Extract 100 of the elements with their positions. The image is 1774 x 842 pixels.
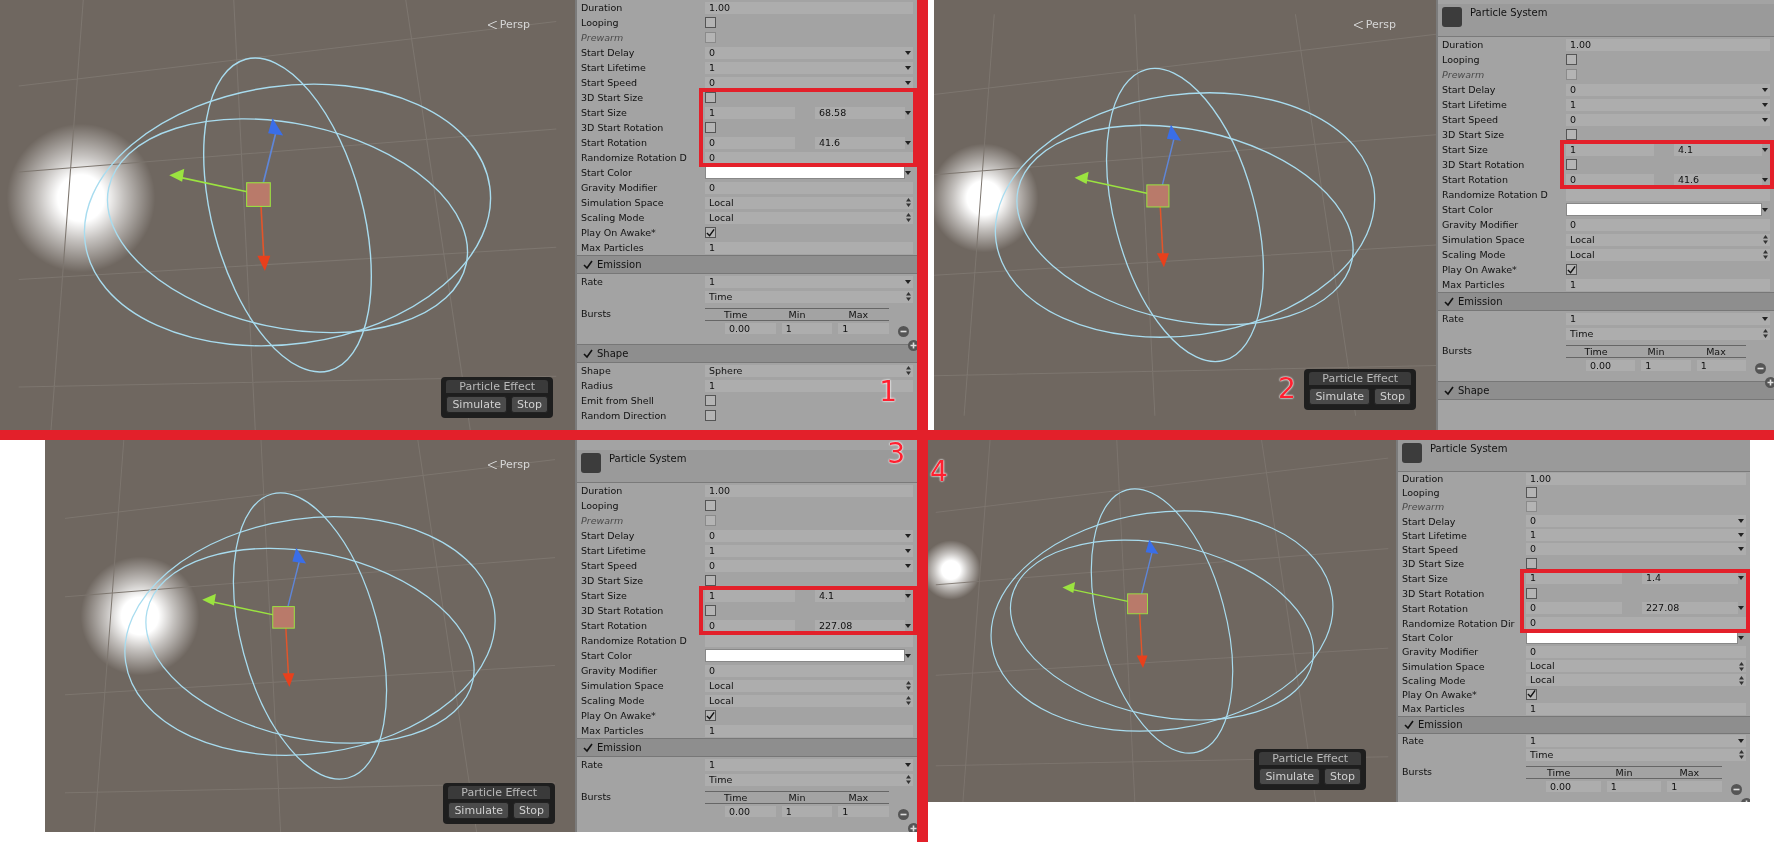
stepper-arrows-icon[interactable] <box>1763 235 1768 244</box>
value-field[interactable]: 0 <box>705 529 913 542</box>
dropdown-arrow-icon[interactable] <box>905 653 911 658</box>
stepper-arrows-icon[interactable] <box>906 775 911 784</box>
dropdown-arrow-icon[interactable] <box>905 279 911 284</box>
value-field[interactable]: 0 <box>705 559 913 572</box>
dropdown-arrow-icon[interactable] <box>905 80 911 85</box>
stepper-arrows-icon[interactable] <box>1739 661 1744 671</box>
dropdown-arrow-icon[interactable] <box>905 110 911 115</box>
burst-value-field[interactable]: 1 <box>781 806 833 817</box>
max-value-field[interactable]: 68.58 <box>815 106 905 119</box>
burst-value-field[interactable]: 1 <box>838 323 889 334</box>
checkbox[interactable] <box>1566 264 1577 275</box>
burst-value-field[interactable]: 0.00 <box>1586 360 1636 371</box>
value-field[interactable]: 1 <box>1526 702 1746 715</box>
dropdown[interactable]: Time <box>705 290 913 303</box>
value-field[interactable]: 1 <box>705 544 913 557</box>
view-axes-icon[interactable] <box>1352 20 1363 29</box>
dropdown-arrow-icon[interactable] <box>905 563 911 568</box>
value-field[interactable]: 0 <box>1526 543 1746 556</box>
checkbox[interactable] <box>1526 587 1537 599</box>
checkbox[interactable] <box>705 92 716 103</box>
value-field[interactable]: 1.00 <box>1566 38 1770 51</box>
module-header[interactable]: Emission <box>1398 715 1750 734</box>
checkbox[interactable] <box>1566 159 1577 170</box>
module-header[interactable]: Emission <box>1438 292 1774 311</box>
stepper-arrows-icon[interactable] <box>906 198 911 207</box>
value-field[interactable]: 1 <box>705 275 913 288</box>
dropdown-arrow-icon[interactable] <box>1762 147 1768 152</box>
burst-value-field[interactable]: 0.00 <box>1546 780 1601 792</box>
value-field[interactable]: 0 <box>1526 617 1746 630</box>
color-swatch[interactable] <box>705 649 905 662</box>
value-field[interactable]: 0 <box>705 181 913 194</box>
dropdown-arrow-icon[interactable] <box>1762 102 1768 107</box>
effect-button[interactable]: Simulate <box>1259 768 1320 785</box>
stepper-arrows-icon[interactable] <box>906 681 911 690</box>
value-field[interactable]: 0 <box>705 76 913 89</box>
dropdown-arrow-icon[interactable] <box>1738 635 1744 640</box>
stepper-arrows-icon[interactable] <box>906 366 911 375</box>
dropdown-arrow-icon[interactable] <box>905 623 911 628</box>
checkbox[interactable] <box>1526 558 1537 570</box>
max-value-field[interactable]: 227.08 <box>1642 602 1738 615</box>
stepper-arrows-icon[interactable] <box>906 292 911 301</box>
checkbox[interactable] <box>705 605 716 616</box>
dropdown[interactable]: Local <box>705 694 913 707</box>
burst-value-field[interactable]: 1 <box>1641 360 1691 371</box>
value-field[interactable]: 1 <box>705 724 913 737</box>
scene-viewport[interactable]: Persp Particle Effect Simulate Stop <box>0 0 575 430</box>
value-field[interactable]: 1.00 <box>1526 472 1746 485</box>
dropdown[interactable]: Local <box>1566 248 1770 261</box>
stepper-arrows-icon[interactable] <box>1739 750 1744 760</box>
dropdown-arrow-icon[interactable] <box>1762 87 1768 92</box>
value-field[interactable]: 1 <box>1526 734 1746 747</box>
dropdown-arrow-icon[interactable] <box>905 140 911 145</box>
checkbox[interactable] <box>1526 487 1537 499</box>
dropdown-arrow-icon[interactable] <box>1762 117 1768 122</box>
remove-icon[interactable] <box>898 326 909 337</box>
effect-button[interactable]: Simulate <box>448 802 509 819</box>
checkbox[interactable] <box>1526 688 1537 700</box>
value-field[interactable]: 0 <box>1566 113 1770 126</box>
checkbox[interactable] <box>705 17 716 28</box>
remove-icon[interactable] <box>898 809 909 820</box>
effect-button[interactable]: Stop <box>511 396 548 413</box>
dropdown[interactable]: Local <box>705 211 913 224</box>
value-field[interactable]: 0 <box>1566 218 1770 231</box>
stepper-arrows-icon[interactable] <box>1763 329 1768 338</box>
checkbox[interactable] <box>705 575 716 586</box>
value-field[interactable]: 0 <box>705 151 913 164</box>
burst-value-field[interactable]: 1 <box>838 806 889 817</box>
checkbox[interactable] <box>1566 129 1577 140</box>
dropdown-arrow-icon[interactable] <box>1762 207 1768 212</box>
checkbox[interactable] <box>705 710 716 721</box>
dropdown-arrow-icon[interactable] <box>1738 606 1744 611</box>
min-value-field[interactable]: 1 <box>705 106 795 119</box>
view-axes-icon[interactable] <box>486 20 497 29</box>
value-field[interactable]: 1 <box>705 758 913 771</box>
dropdown-arrow-icon[interactable] <box>905 548 911 553</box>
checkbox[interactable] <box>705 122 716 133</box>
module-header[interactable]: Emission <box>577 738 917 757</box>
dropdown[interactable]: Time <box>1526 748 1746 761</box>
effect-button[interactable]: Simulate <box>446 396 507 413</box>
dropdown-arrow-icon[interactable] <box>1738 576 1744 581</box>
checkbox[interactable] <box>705 227 716 238</box>
color-swatch[interactable] <box>1566 203 1762 216</box>
dropdown[interactable]: Local <box>705 679 913 692</box>
dropdown-arrow-icon[interactable] <box>905 50 911 55</box>
value-field[interactable]: 0 <box>705 46 913 59</box>
dropdown[interactable]: Local <box>1526 660 1746 673</box>
dropdown-arrow-icon[interactable] <box>1738 547 1744 552</box>
min-value-field[interactable]: 0 <box>1526 602 1622 615</box>
value-field[interactable]: 1 <box>1566 98 1770 111</box>
module-header[interactable]: Shape <box>1438 381 1774 400</box>
checkbox[interactable] <box>705 500 716 511</box>
dropdown-arrow-icon[interactable] <box>1738 519 1744 524</box>
projection-label[interactable]: Persp <box>499 458 530 471</box>
value-field[interactable]: 1 <box>705 241 913 254</box>
max-value-field[interactable]: 41.6 <box>815 136 905 149</box>
view-axes-icon[interactable] <box>486 460 497 469</box>
burst-value-field[interactable]: 0.00 <box>725 323 776 334</box>
checkbox[interactable] <box>1566 54 1577 65</box>
